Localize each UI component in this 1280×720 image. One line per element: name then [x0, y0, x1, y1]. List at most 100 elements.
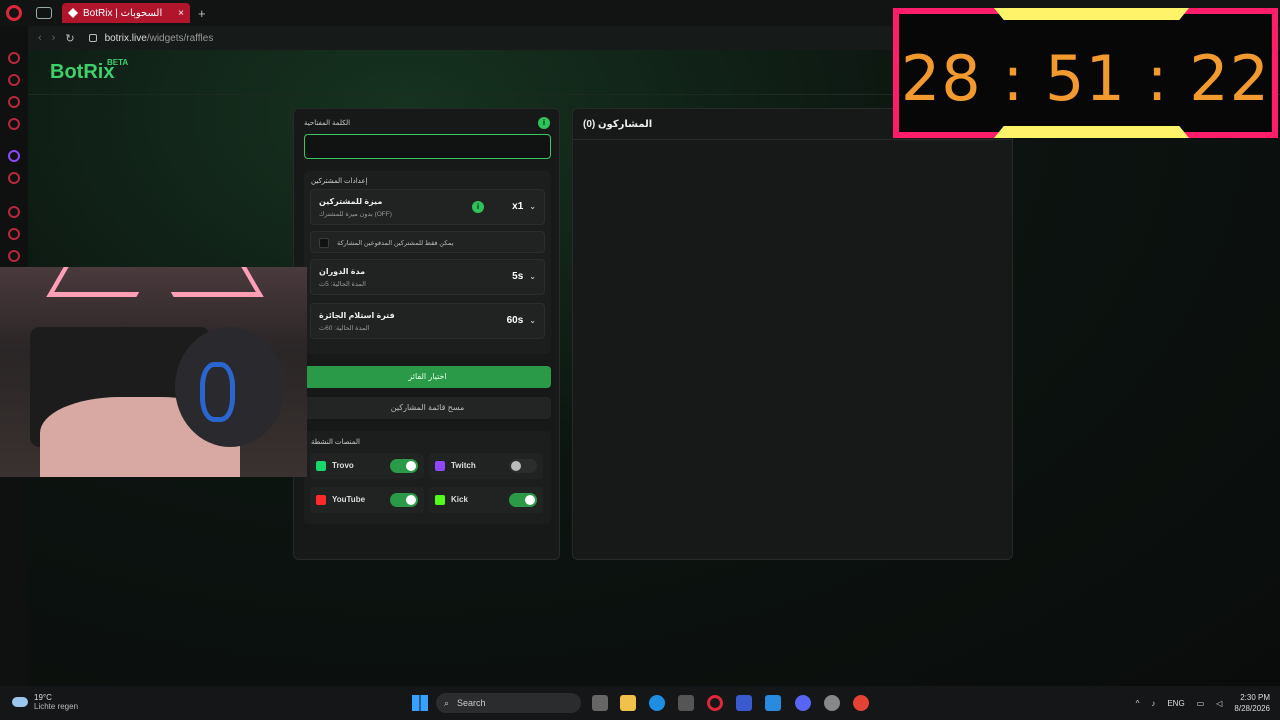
kick-icon	[435, 495, 445, 505]
botrix-favicon-icon	[68, 8, 78, 18]
clear-participants-button[interactable]: مسح قائمة المشاركين	[304, 397, 551, 419]
opera-logo-icon[interactable]	[6, 5, 22, 21]
keyword-input[interactable]	[304, 134, 551, 159]
sidebar-instagram-icon[interactable]	[8, 118, 20, 130]
opera-taskbar-icon[interactable]	[707, 695, 723, 711]
subscriber-bonus-info-icon[interactable]: i	[472, 201, 484, 213]
neon-light	[46, 267, 154, 297]
app-icon[interactable]	[736, 695, 752, 711]
divider	[573, 139, 1012, 140]
platform-twitch: Twitch	[429, 453, 543, 479]
file-explorer-icon[interactable]	[620, 695, 636, 711]
raffle-settings-card: الكلمة المفتاحية i إعدادات المشتركين ميز…	[293, 108, 560, 560]
chevron-up-icon[interactable]: ^	[1136, 699, 1140, 708]
timer-accent	[994, 126, 1189, 138]
subscriber-bonus-select[interactable]: x1 ⌄	[512, 201, 536, 212]
sidebar-messenger-icon[interactable]	[8, 96, 20, 108]
tab-botrix[interactable]: BotRix | السحوبات ×	[62, 3, 190, 23]
timer-accent	[994, 8, 1189, 20]
webcam-overlay	[0, 267, 307, 477]
subs-only-checkbox[interactable]	[319, 238, 329, 248]
youtube-toggle[interactable]	[390, 493, 418, 507]
reload-icon[interactable]: ↻	[65, 32, 74, 45]
language-indicator[interactable]: ENG	[1167, 699, 1184, 708]
platform-name: Kick	[451, 495, 468, 504]
participants-card: المشاركون (0)	[572, 108, 1013, 560]
discord-icon[interactable]	[795, 695, 811, 711]
sidebar-player-icon[interactable]	[8, 206, 20, 218]
subscriber-bonus-title: ميزة للمشتركين	[319, 197, 383, 206]
platforms-title: المنصات النشطة	[311, 439, 360, 446]
headset	[200, 362, 235, 422]
taskbar-search[interactable]: ⌕ Search	[436, 693, 581, 713]
sidebar-app-icon[interactable]	[8, 74, 20, 86]
chevron-down-icon: ⌄	[529, 202, 536, 211]
system-tray: ^ ♪ ENG ▭ ◁ 2:30 PM 8/28/2026	[1136, 692, 1270, 714]
spin-duration-sub: المدة الحالية: 5ث	[319, 281, 366, 288]
timer-text: 28 : 51 : 22	[900, 42, 1271, 115]
platform-youtube: YouTube	[310, 487, 424, 513]
pick-winner-button[interactable]: اختيار الفائز	[304, 366, 551, 388]
neon-light	[156, 267, 264, 297]
chrome-icon[interactable]	[853, 695, 869, 711]
subs-only-row: يمكن فقط للمشتركين المدفوعين المشاركة	[310, 231, 545, 253]
sidebar-percent-icon[interactable]	[8, 172, 20, 184]
mic-icon[interactable]: ♪	[1151, 699, 1155, 708]
forward-icon[interactable]: ›	[52, 32, 56, 44]
clock-date: 8/28/2026	[1234, 704, 1270, 713]
start-button-icon[interactable]	[412, 695, 428, 711]
back-icon[interactable]: ‹	[38, 32, 42, 44]
chevron-down-icon: ⌄	[529, 316, 536, 325]
clock-time: 2:30 PM	[1240, 693, 1270, 702]
volume-icon[interactable]: ◁	[1216, 699, 1222, 708]
botrix-logo[interactable]: BotRix BETA	[50, 58, 128, 84]
subscriber-bonus-row: ميزة للمشتركين بدون ميزة للمشترك (OFF) i…	[310, 189, 545, 225]
obs-icon[interactable]	[824, 695, 840, 711]
youtube-icon	[316, 495, 326, 505]
info-icon[interactable]: i	[538, 117, 550, 129]
keyword-label: الكلمة المفتاحية	[304, 120, 351, 127]
weather-desc: Lichte regen	[34, 702, 79, 711]
twitch-toggle[interactable]	[509, 459, 537, 473]
weather-cloud-icon	[12, 697, 28, 707]
sidebar-aria-icon[interactable]	[8, 52, 20, 64]
trovo-icon	[316, 461, 326, 471]
task-view-icon[interactable]	[592, 695, 608, 711]
search-icon: ⌕	[444, 697, 450, 708]
weather-temp: 19°C	[34, 693, 52, 702]
spin-duration-select[interactable]: 5s ⌄	[512, 271, 536, 282]
tab-switcher-icon[interactable]	[36, 7, 52, 19]
chevron-down-icon: ⌄	[529, 272, 536, 281]
platform-name: Trovo	[332, 461, 354, 470]
sidebar-twitch-icon[interactable]	[8, 150, 20, 162]
sidebar-history-icon[interactable]	[8, 228, 20, 240]
claim-period-sub: المدة الحالية: 60ث	[319, 325, 370, 332]
kick-toggle[interactable]	[509, 493, 537, 507]
clock[interactable]: 2:30 PM 8/28/2026	[1234, 692, 1270, 714]
weather-widget[interactable]: 19°C Lichte regen	[12, 693, 78, 711]
platform-name: YouTube	[332, 495, 366, 504]
tab-close-icon[interactable]: ×	[178, 8, 184, 19]
claim-period-select[interactable]: 60s ⌄	[507, 315, 536, 326]
new-tab-button[interactable]: +	[198, 6, 206, 21]
spin-duration-row: مدة الدوران المدة الحالية: 5ث 5s ⌄	[310, 259, 545, 295]
subscriber-settings-title: إعدادات المشتركين	[311, 178, 368, 185]
app-icon[interactable]	[765, 695, 781, 711]
claim-period-title: فترة استلام الجائزة	[319, 311, 395, 320]
store-icon[interactable]	[678, 695, 694, 711]
subscriber-bonus-sub: بدون ميزة للمشترك (OFF)	[319, 211, 392, 218]
sidebar-settings-icon[interactable]	[8, 250, 20, 262]
lock-icon	[88, 34, 97, 42]
participants-title: المشاركون (0)	[583, 119, 653, 130]
twitch-icon	[435, 461, 445, 471]
network-icon[interactable]: ▭	[1197, 699, 1205, 708]
timer-overlay: 28 : 51 : 22	[893, 8, 1278, 138]
beta-badge: BETA	[107, 58, 129, 67]
trovo-toggle[interactable]	[390, 459, 418, 473]
platform-trovo: Trovo	[310, 453, 424, 479]
platform-name: Twitch	[451, 461, 476, 470]
edge-icon[interactable]	[649, 695, 665, 711]
active-platforms: المنصات النشطة Trovo Twitch YouTube Kick	[304, 431, 551, 524]
url-field[interactable]: botrix.live/widgets/raffles	[105, 33, 214, 44]
search-label: Search	[457, 698, 486, 708]
